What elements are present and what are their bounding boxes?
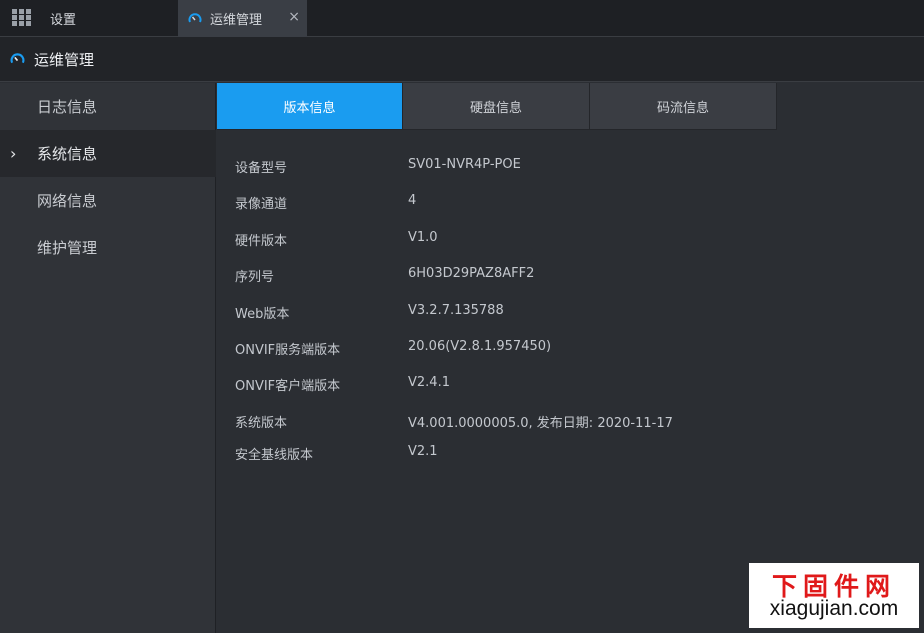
info-row-onvif-client-version: ONVIF客户端版本 V2.4.1 xyxy=(235,375,895,395)
sidebar-item-label: 系统信息 xyxy=(37,145,98,163)
info-row-serial-number: 序列号 6H03D29PAZ8AFF2 xyxy=(235,266,895,286)
info-value: V4.001.0000005.0, 发布日期: 2020-11-17 xyxy=(408,416,673,431)
info-label: Web版本 xyxy=(235,307,290,322)
info-label: 硬件版本 xyxy=(235,234,288,249)
watermark-logo: 下固件网 xiagujian.com xyxy=(749,563,919,628)
info-label: 系统版本 xyxy=(235,416,288,431)
info-value: V1.0 xyxy=(408,230,438,245)
info-row-onvif-server-version: ONVIF服务端版本 20.06(V2.8.1.957450) xyxy=(235,339,895,359)
info-value: V3.2.7.135788 xyxy=(408,303,504,318)
info-value: 4 xyxy=(408,193,417,208)
info-row-system-version: 系统版本 V4.001.0000005.0, 发布日期: 2020-11-17 xyxy=(235,412,895,432)
info-label: 设备型号 xyxy=(235,161,288,176)
tab-stream-info[interactable]: 码流信息 xyxy=(590,83,777,130)
gauge-icon xyxy=(188,12,202,22)
info-value: V2.1 xyxy=(408,444,438,459)
sidebar-item-label: 网络信息 xyxy=(37,192,98,210)
sidebar-item-system-info[interactable]: › 系统信息 xyxy=(0,130,216,177)
info-label: ONVIF服务端版本 xyxy=(235,343,341,358)
info-label: 录像通道 xyxy=(235,197,288,212)
info-label: ONVIF客户端版本 xyxy=(235,379,341,394)
tab-ops-management[interactable]: 运维管理 × xyxy=(178,0,307,37)
info-row-web-version: Web版本 V3.2.7.135788 xyxy=(235,303,895,323)
close-icon[interactable]: × xyxy=(288,9,300,25)
tab-disk-info[interactable]: 硬盘信息 xyxy=(403,83,590,130)
tab-version-info[interactable]: 版本信息 xyxy=(217,83,403,130)
sidebar: 日志信息 › 系统信息 网络信息 维护管理 xyxy=(0,83,216,633)
page-title: 运维管理 xyxy=(34,50,95,69)
watermark-url-text: xiagujian.com xyxy=(769,597,899,620)
tab-settings[interactable]: 设置 xyxy=(38,0,178,37)
info-row-hardware-version: 硬件版本 V1.0 xyxy=(235,230,895,250)
info-value: V2.4.1 xyxy=(408,375,450,390)
sidebar-item-label: 日志信息 xyxy=(37,98,98,116)
sidebar-item-label: 维护管理 xyxy=(37,239,98,257)
info-label: 序列号 xyxy=(235,270,275,285)
sub-tab-bar: 版本信息 硬盘信息 码流信息 xyxy=(217,83,777,130)
top-bar: 设置 运维管理 × xyxy=(0,0,924,37)
sidebar-item-network-info[interactable]: 网络信息 xyxy=(0,177,216,224)
info-value: 20.06(V2.8.1.957450) xyxy=(408,339,552,354)
sidebar-item-log-info[interactable]: 日志信息 xyxy=(0,83,216,130)
page-header: 运维管理 xyxy=(0,37,924,82)
app-grid-icon[interactable] xyxy=(12,9,32,27)
chevron-right-icon: › xyxy=(10,144,17,163)
sidebar-item-maintenance[interactable]: 维护管理 xyxy=(0,224,216,271)
tab-settings-label: 设置 xyxy=(50,13,77,28)
gauge-icon xyxy=(10,52,25,63)
main-content: 版本信息 硬盘信息 码流信息 设备型号 SV01-NVR4P-POE 录像通道 … xyxy=(217,83,924,633)
info-row-security-baseline-version: 安全基线版本 V2.1 xyxy=(235,444,895,464)
info-value: 6H03D29PAZ8AFF2 xyxy=(408,266,535,281)
info-value: SV01-NVR4P-POE xyxy=(408,157,521,172)
tab-ops-label: 运维管理 xyxy=(210,13,263,28)
info-row-record-channels: 录像通道 4 xyxy=(235,193,895,213)
info-label: 安全基线版本 xyxy=(235,448,314,463)
info-row-device-model: 设备型号 SV01-NVR4P-POE xyxy=(235,157,895,177)
